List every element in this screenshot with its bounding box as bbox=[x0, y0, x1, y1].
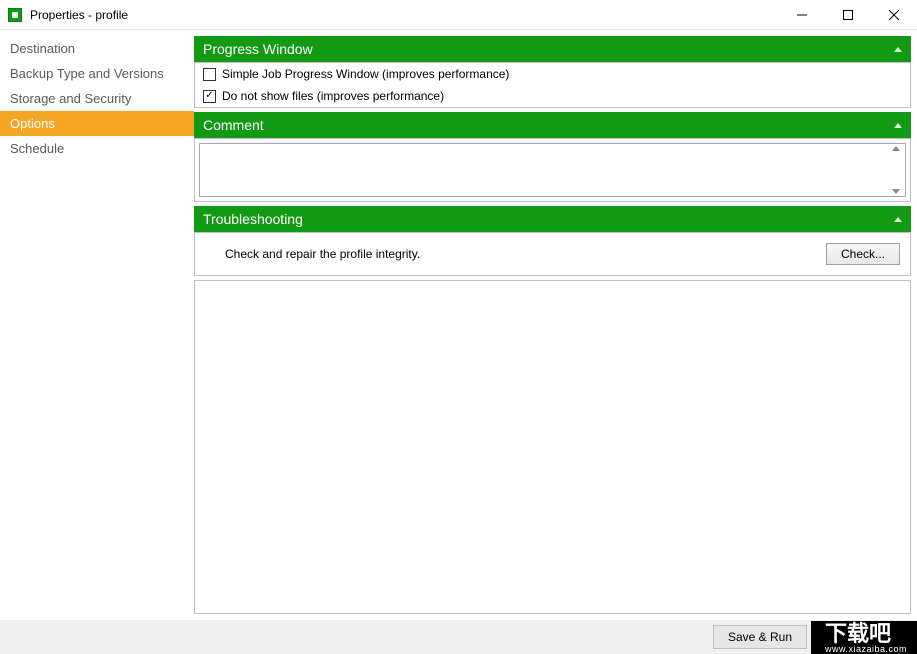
scroll-down-icon[interactable] bbox=[892, 189, 900, 194]
section-comment: Comment bbox=[194, 112, 911, 202]
window-controls bbox=[779, 0, 917, 30]
minimize-button[interactable] bbox=[779, 0, 825, 30]
section-body-comment bbox=[194, 138, 911, 202]
chevron-up-icon bbox=[894, 123, 902, 128]
sidebar: Destination Backup Type and Versions Sto… bbox=[0, 30, 194, 620]
checkbox-label: Do not show files (improves performance) bbox=[222, 89, 444, 103]
close-button[interactable] bbox=[871, 0, 917, 30]
section-body-troubleshooting: Check and repair the profile integrity. … bbox=[194, 232, 911, 276]
blank-panel bbox=[194, 280, 911, 614]
checkbox-label: Simple Job Progress Window (improves per… bbox=[222, 67, 509, 81]
section-header-progress[interactable]: Progress Window bbox=[194, 36, 911, 62]
watermark: 下载吧 www.xiazaiba.com bbox=[811, 621, 917, 654]
watermark-big: 下载吧 bbox=[825, 621, 891, 646]
check-button[interactable]: Check... bbox=[826, 243, 900, 265]
window-title: Properties - profile bbox=[30, 8, 128, 22]
scrollbar[interactable] bbox=[889, 144, 903, 196]
scroll-up-icon[interactable] bbox=[892, 146, 900, 151]
troubleshoot-text: Check and repair the profile integrity. bbox=[225, 247, 420, 261]
section-troubleshooting: Troubleshooting Check and repair the pro… bbox=[194, 206, 911, 276]
section-title: Progress Window bbox=[203, 41, 313, 57]
main-area: Destination Backup Type and Versions Sto… bbox=[0, 30, 917, 620]
sidebar-item-options[interactable]: Options bbox=[0, 111, 194, 136]
sidebar-item-storage-security[interactable]: Storage and Security bbox=[0, 86, 194, 111]
section-title: Troubleshooting bbox=[203, 211, 303, 227]
section-header-comment[interactable]: Comment bbox=[194, 112, 911, 138]
sidebar-item-schedule[interactable]: Schedule bbox=[0, 136, 194, 161]
save-run-button[interactable]: Save & Run bbox=[713, 625, 807, 649]
section-header-troubleshooting[interactable]: Troubleshooting bbox=[194, 206, 911, 232]
checkbox-row-do-not-show-files[interactable]: Do not show files (improves performance) bbox=[195, 85, 910, 107]
checkbox-simple-progress[interactable] bbox=[203, 68, 216, 81]
titlebar: Properties - profile bbox=[0, 0, 917, 30]
maximize-button[interactable] bbox=[825, 0, 871, 30]
section-body-progress: Simple Job Progress Window (improves per… bbox=[194, 62, 911, 108]
watermark-small: www.xiazaiba.com bbox=[825, 645, 907, 654]
sidebar-item-backup-type[interactable]: Backup Type and Versions bbox=[0, 61, 194, 86]
checkbox-row-simple-progress[interactable]: Simple Job Progress Window (improves per… bbox=[195, 63, 910, 85]
section-title: Comment bbox=[203, 117, 264, 133]
chevron-up-icon bbox=[894, 217, 902, 222]
footer: Save & Run bbox=[0, 620, 917, 654]
checkbox-do-not-show-files[interactable] bbox=[203, 90, 216, 103]
content-panel: Progress Window Simple Job Progress Wind… bbox=[194, 30, 917, 620]
app-icon bbox=[8, 8, 22, 22]
section-progress: Progress Window Simple Job Progress Wind… bbox=[194, 36, 911, 108]
sidebar-item-destination[interactable]: Destination bbox=[0, 36, 194, 61]
chevron-up-icon bbox=[894, 47, 902, 52]
comment-textarea[interactable] bbox=[199, 143, 906, 197]
